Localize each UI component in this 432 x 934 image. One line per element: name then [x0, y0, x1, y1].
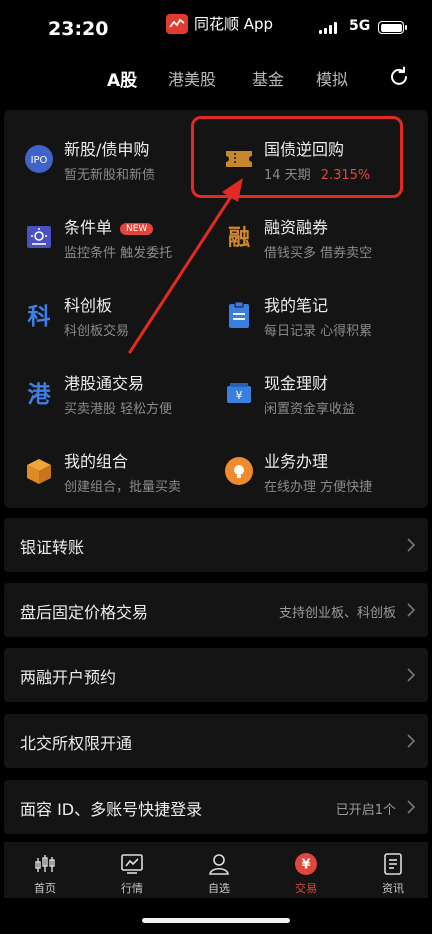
tab-a-shares[interactable]: A股: [107, 66, 137, 91]
nav-item-market[interactable]: 行情: [102, 850, 162, 896]
conditional-order-title: 条件单 NEW: [64, 214, 154, 238]
hk-connect-subtitle: 买卖港股 轻松方便: [64, 402, 173, 417]
cash-management-subtitle: 闲置资金享收益: [264, 402, 356, 417]
home-indicator[interactable]: [142, 918, 290, 923]
ipo-subtitle: 暂无新股和新债: [64, 168, 156, 183]
top-tabs: A股 港美股 基金 模拟: [0, 58, 432, 98]
my-notes-title: 我的笔记: [264, 296, 329, 315]
grid-item-hk-connect[interactable]: 港 港股通交易 买卖港股 轻松方便: [24, 366, 224, 434]
business-service-subtitle: 在线办理 方便快捷: [264, 480, 373, 495]
grid-item-star-market[interactable]: 科 科创板 科创板交易: [24, 288, 224, 356]
row-label: 盘后固定价格交易: [20, 603, 149, 622]
grid-item-business-service[interactable]: 业务办理 在线办理 方便快捷: [224, 444, 424, 512]
wallet-icon: ¥: [227, 383, 251, 403]
lightbulb-icon: [225, 457, 253, 485]
svg-text:融: 融: [228, 226, 250, 251]
candlestick-icon: [35, 855, 55, 872]
refresh-icon[interactable]: [388, 66, 410, 88]
ipo-icon: IPO: [25, 145, 53, 173]
document-icon: [384, 853, 402, 875]
row-label: 面容 ID、多账号快捷登录: [20, 800, 203, 819]
svg-text:¥: ¥: [236, 389, 243, 402]
svg-text:IPO: IPO: [31, 155, 48, 166]
chart-icon: [121, 854, 143, 874]
row-hint: 支持创业板、科创板: [278, 606, 396, 621]
grid-item-margin-trading[interactable]: 融 融资融券 借钱买多 借券卖空: [224, 210, 424, 278]
chevron-right-icon: [407, 668, 416, 682]
status-time: 23:20: [48, 18, 109, 40]
row-label: 北交所权限开通: [20, 734, 133, 753]
row-margin-account-appointment[interactable]: 两融开户预约: [4, 648, 428, 702]
app-name: 同花顺 App: [194, 15, 274, 33]
chevron-right-icon: [407, 538, 416, 552]
business-service-title: 业务办理: [264, 452, 329, 471]
margin-trading-subtitle: 借钱买多 借券卖空: [264, 246, 373, 261]
star-market-title: 科创板: [64, 296, 113, 315]
nav-item-news[interactable]: 资讯: [363, 850, 423, 896]
chevron-right-icon: [407, 734, 416, 748]
bottom-nav: 首页 行情 自选 ¥ 交易 资讯: [4, 842, 428, 898]
grid-item-conditional-order[interactable]: 条件单 NEW 监控条件 触发委托: [24, 210, 224, 278]
tab-hk-us[interactable]: 港美股: [168, 66, 216, 90]
chevron-right-icon: [407, 603, 416, 617]
row-label: 两融开户预约: [20, 668, 117, 687]
hk-connect-icon: 港: [28, 382, 52, 408]
nav-label: 首页: [34, 882, 56, 895]
row-label: 银证转账: [20, 538, 85, 557]
yuan-icon: ¥: [295, 853, 317, 875]
row-after-hours-fixed-price[interactable]: 盘后固定价格交易 支持创业板、科创板: [4, 583, 428, 637]
star-market-subtitle: 科创板交易: [64, 324, 130, 339]
star-market-icon: 科: [28, 304, 51, 330]
margin-trading-icon: 融: [228, 226, 250, 251]
nav-item-watchlist[interactable]: 自选: [189, 850, 249, 896]
svg-text:港: 港: [28, 382, 52, 408]
cash-management-title: 现金理财: [264, 374, 329, 393]
my-portfolio-subtitle: 创建组合，批量买卖: [64, 480, 182, 495]
user-icon: [209, 854, 229, 875]
new-badge: NEW: [120, 223, 154, 235]
app-badge: 同花顺 App: [166, 13, 273, 34]
chevron-right-icon: [407, 800, 416, 814]
svg-text:¥: ¥: [301, 858, 310, 873]
tab-simulation[interactable]: 模拟: [316, 66, 348, 90]
highlight-box: [191, 116, 403, 198]
row-face-id-login[interactable]: 面容 ID、多账号快捷登录 已开启1个: [4, 780, 428, 834]
ipo-title: 新股/债申购: [64, 140, 150, 159]
nav-item-home[interactable]: 首页: [15, 850, 75, 896]
conditional-order-icon: [27, 226, 51, 248]
status-bar: 23:20 同花顺 App 5G: [0, 0, 432, 54]
nav-label: 交易: [295, 882, 317, 895]
grid-item-cash-management[interactable]: ¥ 现金理财 闲置资金享收益: [224, 366, 424, 434]
grid-item-my-notes[interactable]: 我的笔记 每日记录 心得积累: [224, 288, 424, 356]
row-bse-permission[interactable]: 北交所权限开通: [4, 714, 428, 768]
app-logo-icon: [166, 13, 188, 34]
hk-connect-title: 港股通交易: [64, 374, 145, 393]
nav-item-trade[interactable]: ¥ 交易: [276, 850, 336, 896]
svg-text:科: 科: [28, 304, 51, 330]
battery-icon: [378, 21, 407, 34]
network-type: 5G: [349, 18, 371, 34]
nav-label: 资讯: [382, 882, 404, 895]
my-portfolio-title: 我的组合: [64, 452, 129, 471]
conditional-order-subtitle: 监控条件 触发委托: [64, 246, 173, 261]
clipboard-icon: [229, 301, 249, 328]
grid-item-my-portfolio[interactable]: 我的组合 创建组合，批量买卖: [24, 444, 224, 512]
row-hint: 已开启1个: [335, 803, 396, 818]
margin-trading-title: 融资融券: [264, 218, 329, 237]
box-icon: [27, 459, 51, 484]
signal-icon: [319, 22, 337, 34]
tab-funds[interactable]: 基金: [252, 66, 284, 90]
nav-label: 自选: [208, 882, 230, 895]
my-notes-subtitle: 每日记录 心得积累: [264, 324, 373, 339]
row-bank-securities-transfer[interactable]: 银证转账: [4, 518, 428, 572]
nav-label: 行情: [121, 882, 143, 895]
